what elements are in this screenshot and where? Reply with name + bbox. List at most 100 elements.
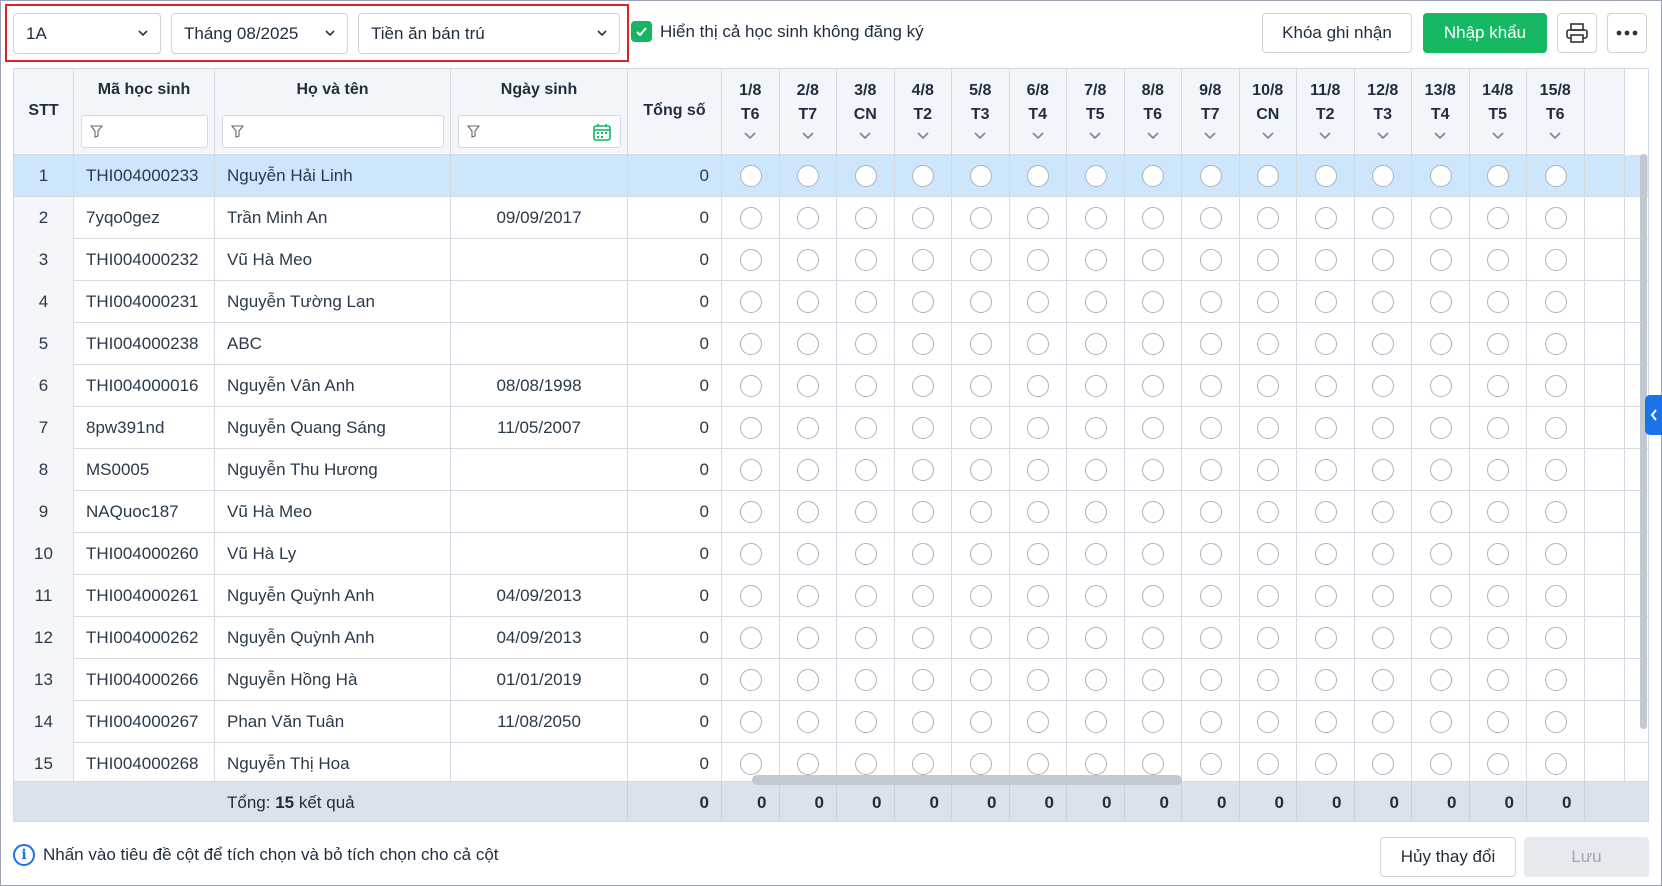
lock-records-button[interactable]: Khóa ghi nhận	[1262, 13, 1412, 53]
attendance-radio[interactable]	[969, 375, 992, 397]
attendance-radio[interactable]	[854, 291, 877, 313]
attendance-radio[interactable]	[1314, 753, 1337, 775]
attendance-radio[interactable]	[912, 459, 935, 481]
attendance-radio[interactable]	[912, 417, 935, 439]
attendance-radio[interactable]	[1027, 333, 1050, 355]
attendance-radio[interactable]	[1142, 165, 1165, 187]
attendance-radio[interactable]	[1544, 375, 1567, 397]
day-column-header[interactable]: 3/8 CN	[837, 69, 895, 155]
attendance-radio[interactable]	[854, 417, 877, 439]
attendance-radio[interactable]	[1199, 585, 1222, 607]
attendance-radio[interactable]	[1084, 333, 1107, 355]
attendance-radio[interactable]	[1142, 753, 1165, 775]
attendance-radio[interactable]	[1314, 417, 1337, 439]
attendance-radio[interactable]	[1027, 669, 1050, 691]
attendance-radio[interactable]	[1314, 165, 1337, 187]
attendance-radio[interactable]	[1084, 753, 1107, 775]
attendance-radio[interactable]	[1544, 627, 1567, 649]
vertical-scrollbar[interactable]	[1640, 154, 1647, 729]
attendance-radio[interactable]	[854, 543, 877, 565]
attendance-radio[interactable]	[1199, 627, 1222, 649]
attendance-radio[interactable]	[1487, 711, 1510, 733]
attendance-radio[interactable]	[1257, 585, 1280, 607]
table-row[interactable]: 3 THI004000232 Vũ Hà Meo 0	[14, 239, 1648, 281]
attendance-radio[interactable]	[1257, 669, 1280, 691]
attendance-radio[interactable]	[1372, 711, 1395, 733]
print-button[interactable]	[1557, 13, 1597, 53]
attendance-radio[interactable]	[1027, 417, 1050, 439]
attendance-radio[interactable]	[1429, 459, 1452, 481]
column-header-stt[interactable]: STT	[14, 69, 74, 155]
attendance-radio[interactable]	[912, 669, 935, 691]
attendance-radio[interactable]	[1142, 333, 1165, 355]
attendance-radio[interactable]	[1314, 291, 1337, 313]
attendance-radio[interactable]	[912, 165, 935, 187]
attendance-radio[interactable]	[739, 417, 762, 439]
attendance-radio[interactable]	[912, 585, 935, 607]
attendance-radio[interactable]	[1429, 417, 1452, 439]
attendance-radio[interactable]	[1544, 165, 1567, 187]
day-column-header[interactable]: 2/8 T7	[779, 69, 837, 155]
attendance-radio[interactable]	[739, 459, 762, 481]
attendance-radio[interactable]	[969, 585, 992, 607]
attendance-radio[interactable]	[739, 711, 762, 733]
attendance-radio[interactable]	[797, 249, 820, 271]
save-button[interactable]: Lưu	[1524, 837, 1649, 877]
column-header-dob[interactable]: Ngày sinh	[451, 69, 628, 155]
attendance-radio[interactable]	[969, 627, 992, 649]
attendance-radio[interactable]	[739, 753, 762, 775]
attendance-radio[interactable]	[1429, 207, 1452, 229]
attendance-radio[interactable]	[969, 459, 992, 481]
attendance-radio[interactable]	[1027, 627, 1050, 649]
attendance-radio[interactable]	[1199, 333, 1222, 355]
attendance-radio[interactable]	[969, 207, 992, 229]
attendance-radio[interactable]	[1487, 333, 1510, 355]
attendance-radio[interactable]	[1199, 207, 1222, 229]
attendance-radio[interactable]	[1429, 753, 1452, 775]
filter-input-code[interactable]	[81, 115, 208, 148]
day-column-header[interactable]: 7/8 T5	[1067, 69, 1125, 155]
attendance-radio[interactable]	[1084, 501, 1107, 523]
day-column-header[interactable]: 11/8 T2	[1297, 69, 1355, 155]
day-column-header[interactable]: 14/8 T5	[1469, 69, 1527, 155]
day-column-header[interactable]: 13/8 T4	[1412, 69, 1470, 155]
attendance-radio[interactable]	[854, 375, 877, 397]
day-column-header[interactable]: 9/8 T7	[1182, 69, 1240, 155]
day-column-header[interactable]: 4/8 T2	[894, 69, 952, 155]
attendance-radio[interactable]	[854, 753, 877, 775]
attendance-radio[interactable]	[1487, 417, 1510, 439]
attendance-radio[interactable]	[797, 207, 820, 229]
attendance-radio[interactable]	[1027, 459, 1050, 481]
attendance-radio[interactable]	[1487, 753, 1510, 775]
attendance-radio[interactable]	[739, 291, 762, 313]
attendance-radio[interactable]	[1027, 165, 1050, 187]
attendance-radio[interactable]	[1544, 417, 1567, 439]
attendance-radio[interactable]	[1487, 249, 1510, 271]
attendance-radio[interactable]	[797, 711, 820, 733]
attendance-radio[interactable]	[797, 459, 820, 481]
table-row[interactable]: 9 NAQuoc187 Vũ Hà Meo 0	[14, 491, 1648, 533]
attendance-radio[interactable]	[1372, 207, 1395, 229]
attendance-radio[interactable]	[739, 543, 762, 565]
attendance-radio[interactable]	[969, 711, 992, 733]
attendance-radio[interactable]	[1084, 627, 1107, 649]
attendance-radio[interactable]	[1084, 669, 1107, 691]
attendance-radio[interactable]	[1429, 627, 1452, 649]
show-unregistered-checkbox[interactable]	[631, 21, 652, 42]
attendance-radio[interactable]	[854, 501, 877, 523]
filter-input-dob[interactable]	[458, 115, 621, 148]
attendance-radio[interactable]	[1372, 165, 1395, 187]
attendance-radio[interactable]	[1027, 753, 1050, 775]
attendance-radio[interactable]	[797, 165, 820, 187]
attendance-radio[interactable]	[1429, 501, 1452, 523]
attendance-radio[interactable]	[1027, 375, 1050, 397]
import-button[interactable]: Nhập khẩu	[1423, 13, 1547, 53]
day-column-header[interactable]: 8/8 T6	[1124, 69, 1182, 155]
attendance-radio[interactable]	[854, 627, 877, 649]
attendance-radio[interactable]	[1372, 501, 1395, 523]
attendance-radio[interactable]	[1142, 375, 1165, 397]
attendance-radio[interactable]	[969, 165, 992, 187]
attendance-radio[interactable]	[1487, 585, 1510, 607]
attendance-radio[interactable]	[1314, 207, 1337, 229]
attendance-radio[interactable]	[969, 543, 992, 565]
